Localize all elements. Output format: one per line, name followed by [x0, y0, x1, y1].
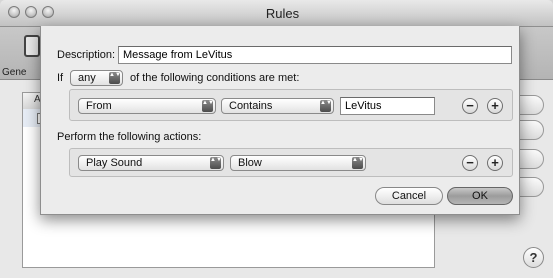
popup-arrows-icon: ▲▼ [109, 72, 121, 84]
action-type-value: Play Sound [86, 157, 143, 169]
action-sound-value: Blow [238, 157, 262, 169]
condition-row: From ▲▼ Contains ▲▼ LeVitus − + [69, 89, 513, 121]
general-preferences-label[interactable]: Gene [2, 67, 26, 78]
match-any-value: any [78, 72, 96, 84]
rule-sheet: Description: Message from LeVitus If any… [40, 26, 520, 215]
action-row: Play Sound ▲▼ Blow ▲▼ − + [69, 148, 513, 177]
add-condition-button[interactable]: + [487, 98, 503, 114]
help-button[interactable]: ? [523, 247, 544, 268]
title-bar: Rules [0, 0, 553, 27]
condition-field-value: From [86, 100, 112, 112]
window-title: Rules [265, 6, 300, 21]
popup-arrows-icon: ▲▼ [352, 157, 364, 169]
general-preferences-icon[interactable] [24, 35, 40, 57]
remove-action-button[interactable]: − [462, 155, 478, 171]
description-label: Description: [57, 49, 116, 61]
match-any-popup[interactable]: any ▲▼ [70, 70, 123, 86]
condition-field-popup[interactable]: From ▲▼ [78, 98, 216, 114]
popup-arrows-icon: ▲▼ [320, 100, 332, 112]
remove-condition-button[interactable]: − [462, 98, 478, 114]
condition-value-field[interactable]: LeVitus [340, 97, 435, 115]
popup-arrows-icon: ▲▼ [202, 100, 214, 112]
condition-operator-value: Contains [229, 100, 273, 112]
add-action-button[interactable]: + [487, 155, 503, 171]
popup-arrows-icon: ▲▼ [210, 157, 222, 169]
description-field[interactable]: Message from LeVitus [118, 46, 512, 64]
cancel-button[interactable]: Cancel [375, 187, 443, 205]
actions-label: Perform the following actions: [57, 131, 202, 143]
condition-operator-popup[interactable]: Contains ▲▼ [221, 98, 334, 114]
conditions-label: of the following conditions are met: [130, 72, 300, 84]
if-label: If [57, 72, 64, 84]
ok-button[interactable]: OK [447, 187, 513, 205]
action-type-popup[interactable]: Play Sound ▲▼ [78, 155, 224, 171]
action-sound-popup[interactable]: Blow ▲▼ [230, 155, 366, 171]
